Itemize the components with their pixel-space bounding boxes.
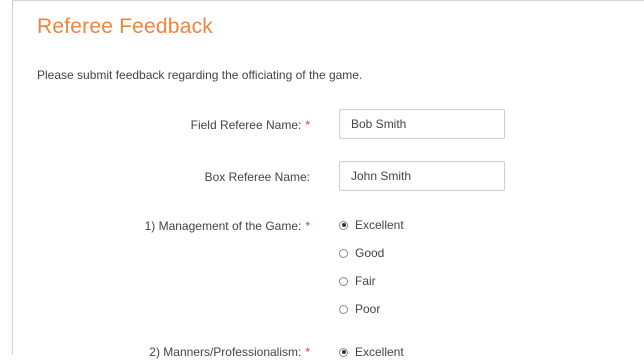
question-2-option-excellent[interactable]: Excellent xyxy=(339,344,404,360)
box-referee-label: Box Referee Name: xyxy=(10,170,310,184)
option-label: Excellent xyxy=(355,218,404,232)
field-referee-label-text: Field Referee Name: xyxy=(190,118,302,132)
option-poor[interactable]: Poor xyxy=(339,301,380,317)
field-referee-label: Field Referee Name: * xyxy=(10,118,310,132)
box-referee-label-text: Box Referee Name: xyxy=(204,170,310,184)
option-label: Excellent xyxy=(355,345,404,359)
question-2-label: 2) Manners/Professionalism: * xyxy=(10,345,310,359)
required-marker: * xyxy=(305,219,310,233)
page-title: Referee Feedback xyxy=(37,15,213,38)
question-1-label: 1) Management of the Game: * xyxy=(10,219,310,233)
radio-selected-icon[interactable] xyxy=(339,347,348,357)
radio-icon[interactable] xyxy=(339,276,348,286)
option-label: Good xyxy=(355,246,385,260)
required-marker: * xyxy=(305,345,310,359)
option-label: Poor xyxy=(355,302,381,316)
option-label: Fair xyxy=(355,274,376,288)
required-marker: * xyxy=(305,118,310,132)
content-top-border xyxy=(12,0,644,1)
question-1-label-text: 1) Management of the Game: xyxy=(144,219,302,233)
field-referee-input[interactable] xyxy=(339,109,505,139)
radio-icon[interactable] xyxy=(339,248,348,258)
intro-text: Please submit feedback regarding the off… xyxy=(37,68,363,82)
box-referee-input[interactable] xyxy=(339,161,505,191)
radio-icon[interactable] xyxy=(339,304,348,314)
option-excellent[interactable]: Excellent xyxy=(339,217,404,233)
option-fair[interactable]: Fair xyxy=(339,273,376,289)
question-2-label-text: 2) Manners/Professionalism: xyxy=(149,345,302,359)
option-good[interactable]: Good xyxy=(339,245,384,261)
radio-selected-icon[interactable] xyxy=(339,220,348,230)
